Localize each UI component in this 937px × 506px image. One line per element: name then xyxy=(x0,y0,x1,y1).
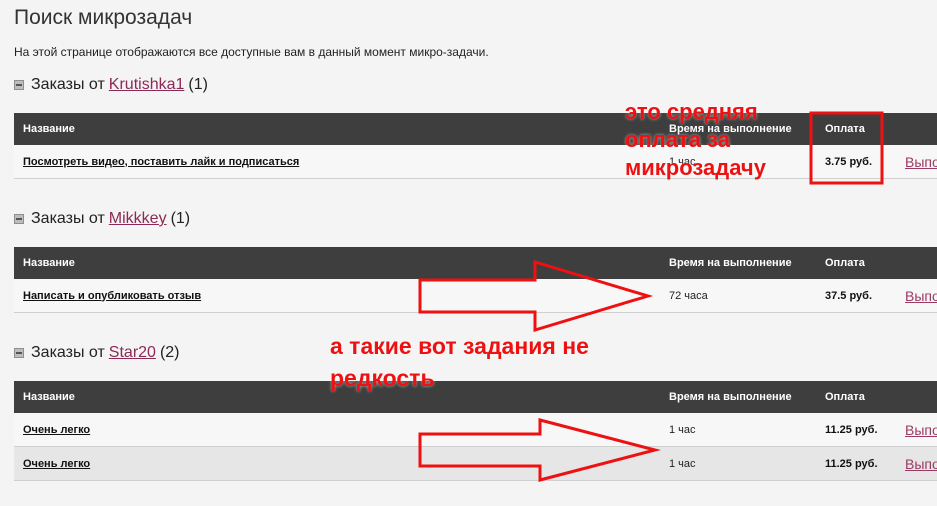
table-row: Посмотреть видео, поставить лайк и подпи… xyxy=(14,145,937,179)
tasks-table: Название Время на выполнение Оплата Посм… xyxy=(14,113,937,179)
task-time: 72 часа xyxy=(660,279,816,313)
column-title[interactable]: Название xyxy=(14,247,660,279)
annotation-line: оплата за xyxy=(625,127,730,152)
column-time[interactable]: Время на выполнение xyxy=(660,381,816,413)
task-link[interactable]: Написать и опубликовать отзыв xyxy=(23,290,201,302)
task-link[interactable]: Очень легко xyxy=(23,458,90,470)
collapse-icon[interactable] xyxy=(14,80,24,90)
execute-link[interactable]: Выполнить xyxy=(905,288,937,304)
execute-link[interactable]: Выполнить xyxy=(905,456,937,472)
group-header-star20: Заказы от Star20 (2) xyxy=(14,344,180,362)
task-link[interactable]: Посмотреть видео, поставить лайк и подпи… xyxy=(23,156,299,168)
group-header-krutishka1: Заказы от Krutishka1 (1) xyxy=(14,76,208,94)
page-title: Поиск микрозадач xyxy=(14,6,193,29)
task-time: 1 час xyxy=(660,446,816,481)
column-action xyxy=(896,113,937,145)
annotation-line: редкость xyxy=(330,365,435,391)
column-time[interactable]: Время на выполнение xyxy=(660,247,816,279)
group-header-mikkkey: Заказы от Mikkkey (1) xyxy=(14,210,190,228)
annotation-tasks-note: а такие вот задания не редкость xyxy=(330,330,589,394)
task-pay: 3.75 руб. xyxy=(816,145,896,179)
table-header: Название Время на выполнение Оплата xyxy=(14,247,937,279)
tasks-table: Название Время на выполнение Оплата Напи… xyxy=(14,247,937,313)
user-link[interactable]: Krutishka1 xyxy=(109,76,185,94)
annotation-line: это средняя xyxy=(625,99,758,124)
user-link[interactable]: Mikkkey xyxy=(109,210,167,228)
group-prefix: Заказы от xyxy=(31,344,105,361)
tasks-table: Название Время на выполнение Оплата Очен… xyxy=(14,381,937,481)
column-pay[interactable]: Оплата xyxy=(816,113,896,145)
table-row: Очень легко 1 час 11.25 руб. Выполнить xyxy=(14,413,937,447)
task-time: 1 час xyxy=(660,413,816,447)
group-count: (2) xyxy=(159,344,180,361)
annotation-payment-note: это средняя оплата за микрозадачу xyxy=(625,98,766,182)
task-pay: 11.25 руб. xyxy=(816,413,896,447)
group-prefix: Заказы от xyxy=(31,210,105,227)
task-link[interactable]: Очень легко xyxy=(23,424,90,436)
column-action xyxy=(896,381,937,413)
table-header: Название Время на выполнение Оплата xyxy=(14,113,937,145)
user-link[interactable]: Star20 xyxy=(109,344,156,362)
table-row: Написать и опубликовать отзыв 72 часа 37… xyxy=(14,279,937,313)
group-count: (1) xyxy=(170,210,191,227)
column-title[interactable]: Название xyxy=(14,113,660,145)
group-prefix: Заказы от xyxy=(31,76,105,93)
task-pay: 37.5 руб. xyxy=(816,279,896,313)
table-row: Очень легко 1 час 11.25 руб. Выполнить xyxy=(14,446,937,481)
collapse-icon[interactable] xyxy=(14,348,24,358)
task-pay: 11.25 руб. xyxy=(816,446,896,481)
collapse-icon[interactable] xyxy=(14,214,24,224)
annotation-line: микрозадачу xyxy=(625,155,766,180)
page-description: На этой странице отображаются все доступ… xyxy=(14,45,489,59)
column-pay[interactable]: Оплата xyxy=(816,381,896,413)
execute-link[interactable]: Выполнить xyxy=(905,154,937,170)
column-pay[interactable]: Оплата xyxy=(816,247,896,279)
group-count: (1) xyxy=(188,76,208,93)
column-action xyxy=(896,247,937,279)
annotation-line: а такие вот задания не xyxy=(330,333,589,359)
execute-link[interactable]: Выполнить xyxy=(905,422,937,438)
